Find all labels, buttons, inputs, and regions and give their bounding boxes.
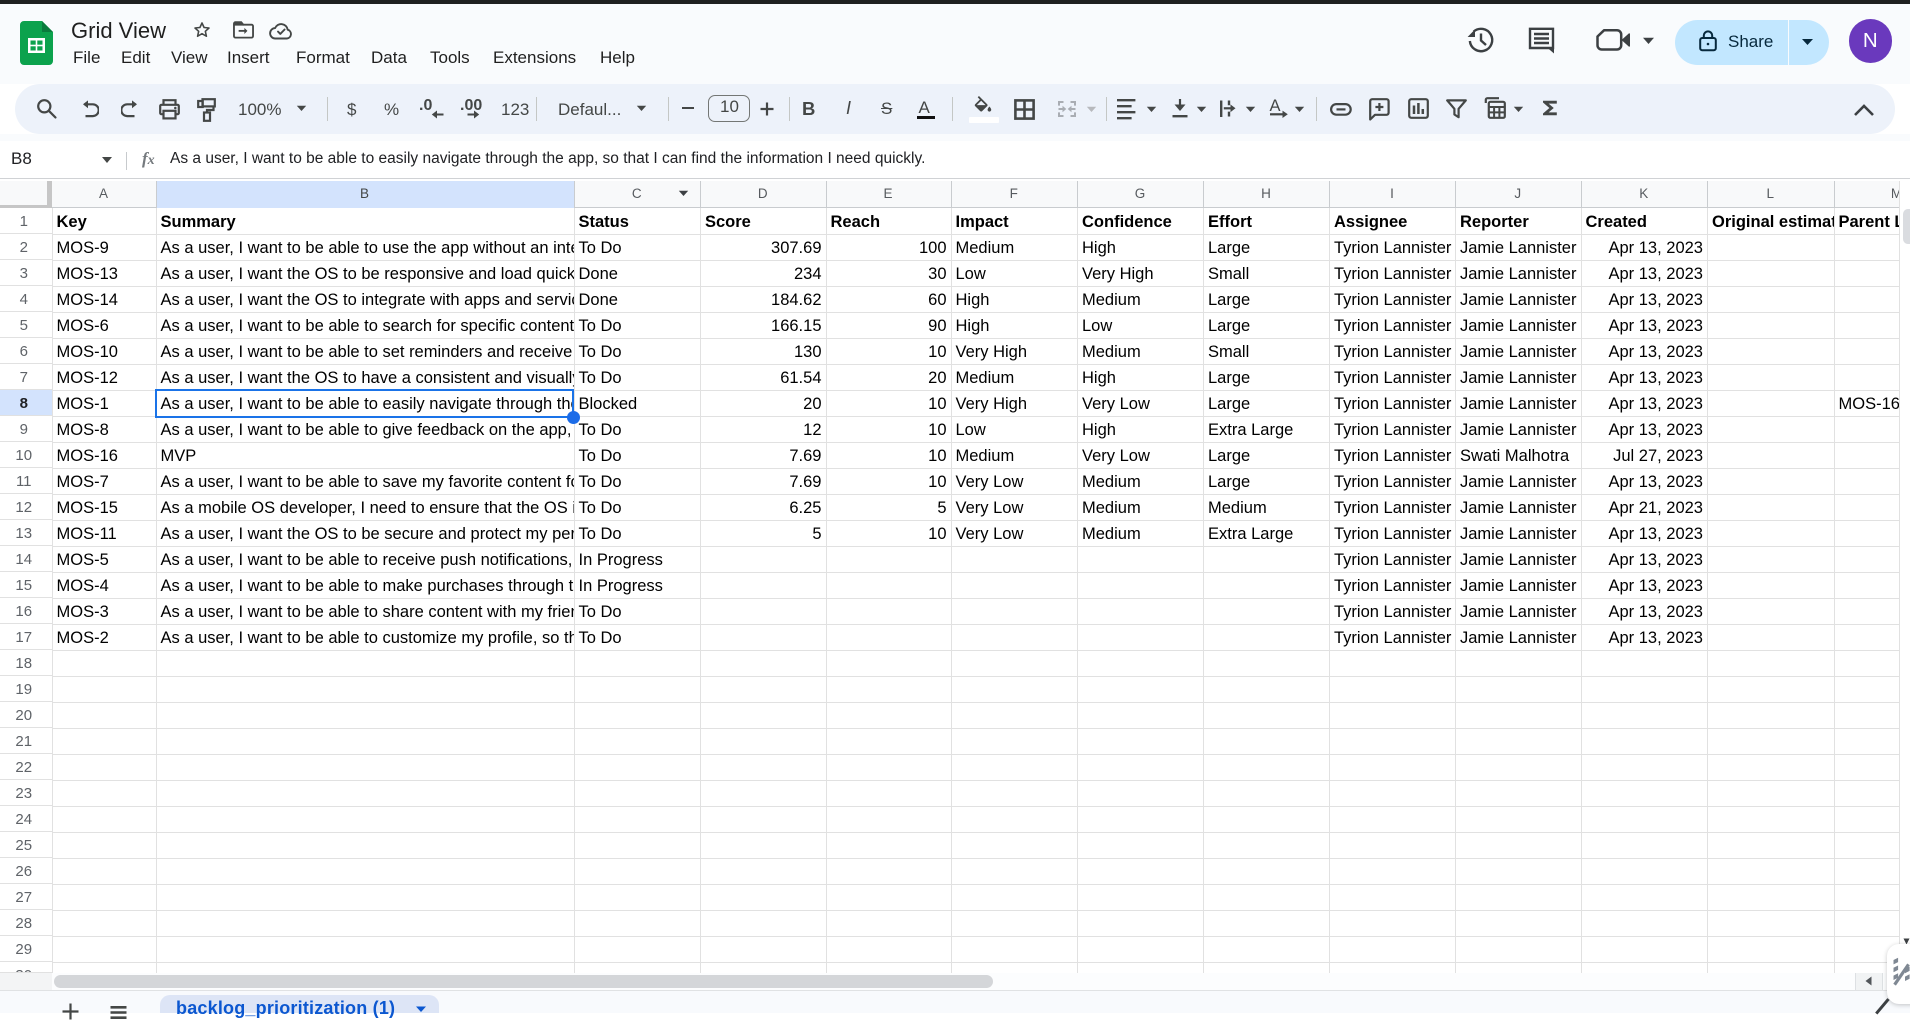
svg-text:A: A [1270,97,1281,115]
